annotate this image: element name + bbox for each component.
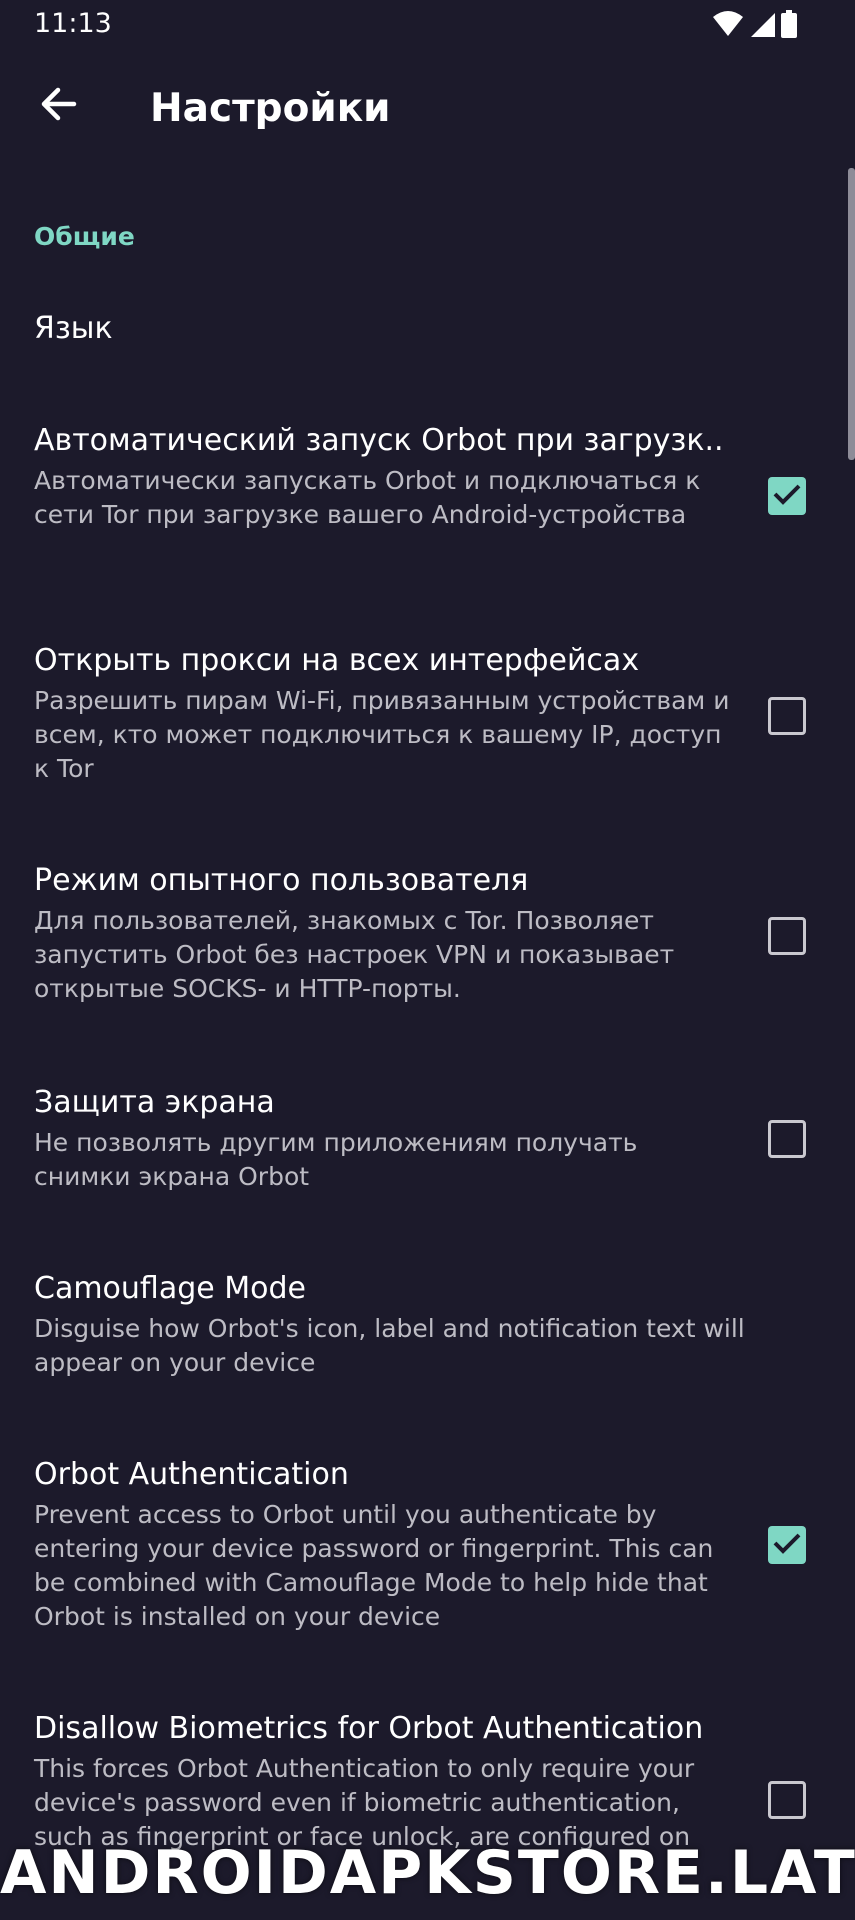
- pref-title: Disallow Biometrics for Orbot Authentica…: [34, 1711, 704, 1746]
- open-proxy-checkbox[interactable]: [768, 697, 806, 735]
- orbot-authentication-checkbox[interactable]: [768, 1526, 806, 1564]
- wifi-icon: [713, 11, 743, 41]
- page-title: Настройки: [150, 86, 391, 131]
- pref-summary: Для пользователей, знакомых с Tor. Позво…: [34, 906, 675, 1003]
- status-time: 11:13: [34, 8, 112, 39]
- app-bar: Настройки: [0, 48, 855, 170]
- pref-open-proxy[interactable]: Открыть прокси на всех интерфейсах Разре…: [34, 642, 734, 786]
- pref-summary: Автоматически запускать Orbot и подключа…: [34, 466, 701, 529]
- disallow-biometrics-checkbox[interactable]: [768, 1781, 806, 1819]
- pref-summary: Disguise how Orbot's icon, label and not…: [34, 1314, 745, 1377]
- pref-title: Orbot Authentication: [34, 1457, 349, 1492]
- settings-screen: 11:13 Настройки Общие Язык Автоматически…: [0, 0, 855, 1920]
- pref-camouflage-mode[interactable]: Camouflage Mode Disguise how Orbot's ico…: [34, 1270, 764, 1380]
- screen-protection-checkbox[interactable]: [768, 1120, 806, 1158]
- pref-title: Автоматический запуск Orbot при загрузк.…: [34, 423, 724, 458]
- pref-disallow-biometrics[interactable]: Disallow Biometrics for Orbot Authentica…: [34, 1710, 734, 1854]
- pref-title: Защита экрана: [34, 1085, 275, 1120]
- power-user-checkbox[interactable]: [768, 917, 806, 955]
- scrollbar[interactable]: [848, 168, 855, 460]
- back-button[interactable]: [30, 78, 86, 134]
- status-bar: 11:13: [0, 0, 855, 48]
- pref-title: Режим опытного пользователя: [34, 863, 529, 898]
- autostart-checkbox[interactable]: [768, 477, 806, 515]
- check-icon: [772, 482, 802, 510]
- status-icons: [713, 10, 797, 42]
- pref-power-user[interactable]: Режим опытного пользователя Для пользова…: [34, 862, 734, 1006]
- battery-icon: [781, 10, 797, 42]
- pref-title: Язык: [34, 311, 113, 346]
- pref-language[interactable]: Язык: [34, 310, 764, 348]
- section-header-general: Общие: [34, 222, 135, 251]
- pref-autostart[interactable]: Автоматический запуск Orbot при загрузк.…: [34, 422, 734, 532]
- pref-title: Camouflage Mode: [34, 1271, 306, 1306]
- arrow-left-icon: [38, 87, 78, 125]
- pref-orbot-authentication[interactable]: Orbot Authentication Prevent access to O…: [34, 1456, 734, 1634]
- pref-screen-protection[interactable]: Защита экрана Не позволять другим прилож…: [34, 1084, 734, 1194]
- pref-summary: Разрешить пирам Wi-Fi, привязанным устро…: [34, 686, 730, 783]
- pref-summary: Не позволять другим приложениям получать…: [34, 1128, 638, 1191]
- pref-summary: Prevent access to Orbot until you authen…: [34, 1500, 714, 1631]
- check-icon: [772, 1531, 802, 1559]
- signal-icon: [749, 11, 775, 41]
- pref-title: Открыть прокси на всех интерфейсах: [34, 643, 640, 678]
- watermark: ANDROIDAPKSTORE.LAT: [0, 1838, 855, 1908]
